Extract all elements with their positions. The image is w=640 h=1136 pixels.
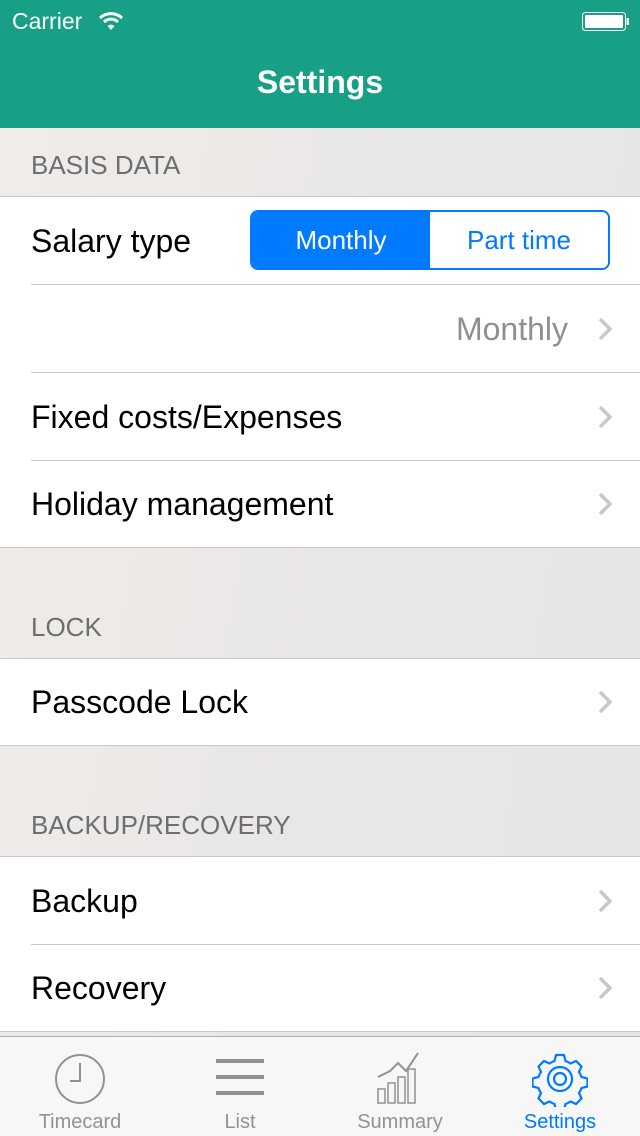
tab-list[interactable]: List — [160, 1037, 320, 1136]
divider — [0, 745, 640, 746]
passcode-lock-label: Passcode Lock — [31, 684, 249, 720]
gear-icon — [532, 1053, 588, 1107]
section-header-basis-data: BASIS DATA — [31, 150, 181, 180]
carrier-label: Carrier — [12, 8, 83, 34]
salary-period-value: Monthly — [455, 311, 568, 347]
fixed-costs-label: Fixed costs/Expenses — [31, 399, 343, 435]
fixed-costs-row[interactable]: Fixed costs/Expenses — [0, 373, 640, 461]
tab-summary[interactable]: Summary — [320, 1037, 480, 1136]
holiday-management-label: Holiday management — [31, 486, 334, 522]
chevron-right-icon — [598, 317, 612, 341]
tab-label: Settings — [523, 1111, 597, 1133]
passcode-lock-row[interactable]: Passcode Lock — [0, 659, 640, 745]
salary-type-segmented-control[interactable]: Monthly Part time — [250, 210, 610, 270]
chevron-right-icon — [598, 690, 612, 714]
tab-timecard[interactable]: Timecard — [0, 1037, 160, 1136]
holiday-management-row[interactable]: Holiday management — [0, 461, 640, 547]
chart-icon — [377, 1052, 419, 1104]
recovery-row[interactable]: Recovery — [0, 945, 640, 1031]
salary-period-row[interactable]: Monthly — [0, 285, 640, 373]
backup-row[interactable]: Backup — [0, 857, 640, 945]
chevron-right-icon — [598, 889, 612, 913]
page-title: Settings — [256, 64, 384, 100]
clock-icon — [55, 1054, 105, 1104]
segment-part-time[interactable]: Part time — [430, 212, 608, 268]
chevron-right-icon — [598, 492, 612, 516]
chevron-right-icon — [598, 976, 612, 1000]
section-header-lock: LOCK — [31, 612, 102, 642]
salary-type-label: Salary type — [31, 223, 192, 259]
tab-label: Summary — [357, 1111, 443, 1133]
tab-settings[interactable]: Settings — [480, 1037, 640, 1136]
recovery-label: Recovery — [31, 970, 167, 1006]
tab-label: Timecard — [38, 1111, 122, 1133]
divider — [0, 547, 640, 548]
tab-bar: Timecard List Summary Settings — [0, 1036, 640, 1136]
divider — [0, 1031, 640, 1032]
status-bar: Carrier — [0, 0, 640, 40]
battery-icon — [582, 12, 629, 31]
section-header-backup-recovery: BACKUP/RECOVERY — [31, 810, 291, 840]
backup-label: Backup — [31, 883, 138, 919]
chevron-right-icon — [598, 405, 612, 429]
navigation-bar: Carrier Settings — [0, 0, 640, 128]
wifi-icon — [98, 12, 124, 30]
list-icon — [216, 1059, 264, 1095]
tab-label: List — [224, 1111, 256, 1133]
segment-monthly[interactable]: Monthly — [252, 212, 430, 268]
